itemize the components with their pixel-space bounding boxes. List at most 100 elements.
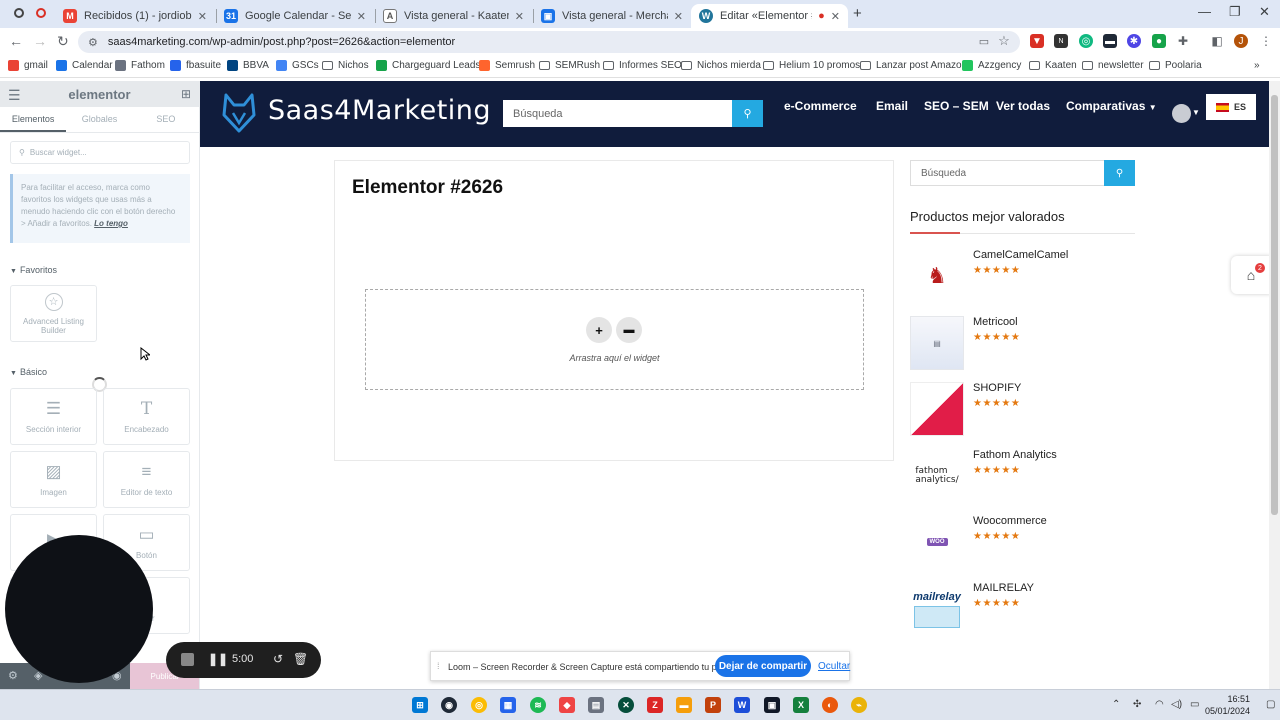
battery-icon[interactable]: ▭ (1190, 699, 1199, 710)
bookmark-item[interactable]: SEMRush (539, 60, 600, 71)
bookmark-item[interactable]: newsletter (1082, 60, 1144, 71)
back-icon[interactable]: ← (9, 33, 23, 49)
floating-cart-button[interactable]: ⌂ 2 (1231, 256, 1271, 294)
search-icon[interactable]: ⚲ (732, 100, 763, 127)
product-item[interactable]: SHOPIFY ★★★★★ (910, 382, 1140, 440)
excel-icon[interactable]: X (793, 697, 809, 713)
got-it-link[interactable]: Lo tengo (94, 219, 128, 228)
more-bookmarks-button[interactable]: » (1254, 60, 1260, 71)
terminal-icon[interactable]: ▣ (764, 697, 780, 713)
calculator-icon[interactable]: ▤ (588, 697, 604, 713)
nav-email[interactable]: Email (876, 99, 908, 113)
bookmark-item[interactable]: Lanzar post Amazo... (860, 60, 970, 71)
user-avatar[interactable] (1172, 104, 1191, 123)
extension-loom-icon[interactable]: ● (1152, 34, 1166, 48)
dropbox-icon[interactable]: ✣ (1133, 699, 1141, 710)
template-folder-icon[interactable]: ▬ (616, 317, 642, 343)
spotify-icon[interactable]: ≋ (530, 697, 546, 713)
tab-merchant-center[interactable]: ▣ Vista general - Merchant Cente ✕ (533, 4, 691, 28)
chevron-down-icon[interactable]: ▼ (1192, 108, 1200, 117)
recording-dot-icon[interactable] (36, 8, 46, 18)
notifications-icon[interactable]: ▢ (1266, 699, 1275, 710)
nav-ver-todas[interactable]: Ver todas (996, 99, 1050, 113)
tab-seo[interactable]: SEO (133, 107, 199, 132)
hide-link[interactable]: Ocultar (818, 661, 850, 672)
minimize-button[interactable]: — (1198, 4, 1211, 19)
trash-icon[interactable]: 🗑 (293, 652, 308, 666)
page-scrollbar[interactable] (1269, 81, 1280, 689)
search-icon[interactable]: ⚲ (1104, 160, 1135, 186)
record-icon[interactable] (14, 8, 24, 18)
cast-icon[interactable]: ▭ (977, 34, 991, 48)
new-tab-button[interactable]: + (853, 5, 862, 22)
pause-icon[interactable]: ❚❚ (208, 652, 228, 666)
product-item[interactable]: ▤ Metricool ★★★★★ (910, 316, 1140, 374)
bookmark-item[interactable]: Chargeguard Leads... (376, 60, 489, 71)
file-explorer-icon[interactable]: ▬ (676, 697, 692, 713)
tab-gmail[interactable]: M Recibidos (1) - jordiob@gmail.c ✕ (55, 4, 215, 28)
close-tab-icon[interactable]: ✕ (674, 10, 683, 23)
app-dark-circle-icon[interactable]: ◉ (441, 697, 457, 713)
extension-dark-icon[interactable]: ▬ (1103, 34, 1117, 48)
close-tab-icon[interactable]: ✕ (198, 10, 207, 23)
site-search-input[interactable]: Búsqueda (503, 100, 732, 127)
bookmark-item[interactable]: Calendar (56, 60, 113, 71)
app-yellow-icon[interactable]: ⌁ (851, 697, 867, 713)
extensions-puzzle-icon[interactable]: ✚ (1176, 34, 1190, 48)
bookmark-item[interactable]: GSCs (276, 60, 319, 71)
xbox-icon[interactable]: ✕ (618, 697, 634, 713)
side-panel-icon[interactable]: ◧ (1210, 34, 1224, 48)
category-favoritos[interactable]: ▼ Favoritos (10, 265, 57, 275)
product-name[interactable]: SHOPIFY (973, 382, 1021, 394)
bookmark-item[interactable]: Helium 10 promos (763, 60, 860, 71)
extension-green-icon[interactable]: ◎ (1079, 34, 1093, 48)
tab-google-ads[interactable]: A Vista general - Kaaten - Googl ✕ (375, 4, 532, 28)
product-item[interactable]: WOO Woocommerce ★★★★★ (910, 515, 1140, 573)
language-switcher[interactable]: ES (1206, 94, 1256, 120)
bookmark-item[interactable]: Fathom (115, 60, 165, 71)
settings-gear-icon[interactable]: ⚙ (8, 669, 18, 682)
widget-advanced-listing-builder[interactable]: ☆ Advanced Listing Builder (10, 285, 97, 342)
volume-icon[interactable]: ◁) (1171, 699, 1182, 710)
category-basico[interactable]: ▼ Básico (10, 367, 47, 377)
nav-ecommerce[interactable]: e-Commerce (784, 99, 857, 113)
close-window-button[interactable]: ✕ (1259, 4, 1270, 20)
stop-recording-icon[interactable] (181, 653, 194, 666)
bookmark-star-icon[interactable]: ☆ (997, 33, 1011, 48)
bookmark-item[interactable]: BBVA (227, 60, 269, 71)
site-brand[interactable]: Saas4Marketing (268, 95, 491, 126)
tab-globales[interactable]: Globales (66, 107, 132, 132)
tab-elementor[interactable]: W Editar «Elementor #2626» c ● ✕ (691, 4, 848, 28)
sidebar-search-input[interactable]: Búsqueda (910, 160, 1105, 186)
bookmark-item[interactable]: Semrush (479, 60, 535, 71)
nav-seo-sem[interactable]: SEO – SEM (924, 99, 989, 113)
bookmark-item[interactable]: Kaaten (1029, 60, 1077, 71)
product-item[interactable]: ♞ CamelCamelCamel ★★★★★ (910, 249, 1140, 307)
widget-search-input[interactable]: ⚲ Buscar widget... (10, 141, 190, 164)
widget-text-editor[interactable]: ≡ Editor de texto (103, 451, 190, 508)
widget-image[interactable]: ▨ Imagen (10, 451, 97, 508)
product-name[interactable]: Fathom Analytics (973, 449, 1057, 461)
stop-sharing-button[interactable]: Dejar de compartir (715, 655, 811, 677)
drag-handle-icon[interactable]: ⁞ (437, 661, 440, 671)
address-bar[interactable]: ⚙ saas4marketing.com/wp-admin/post.php?p… (78, 31, 1020, 53)
widget-drop-zone[interactable]: + ▬ Arrastra aquí el widget (365, 289, 864, 390)
word-icon[interactable]: W (734, 697, 750, 713)
restart-icon[interactable]: ↺ (273, 652, 283, 666)
bookmark-item[interactable]: Poolaria (1149, 60, 1202, 71)
product-name[interactable]: CamelCamelCamel (973, 249, 1068, 261)
scrollbar-thumb[interactable] (1271, 95, 1278, 515)
profile-avatar[interactable]: J (1234, 34, 1248, 48)
bookmark-item[interactable]: Nichos (322, 60, 369, 71)
extension-new-icon[interactable]: N (1054, 34, 1068, 48)
tab-elementos[interactable]: Elementos (0, 107, 67, 132)
product-name[interactable]: MAILRELAY (973, 582, 1034, 594)
loom-camera-bubble[interactable] (5, 535, 153, 683)
maximize-button[interactable]: ❐ (1229, 4, 1241, 20)
browser-menu-icon[interactable]: ⋮ (1259, 34, 1273, 48)
chrome-icon[interactable]: ◎ (471, 697, 487, 713)
powerpoint-icon[interactable]: P (705, 697, 721, 713)
system-clock[interactable]: 16:51 05/01/2024 (1205, 693, 1250, 717)
tab-calendar[interactable]: 31 Google Calendar - Semana del ✕ (216, 4, 374, 28)
bookmark-item[interactable]: Azzgency (962, 60, 1021, 71)
